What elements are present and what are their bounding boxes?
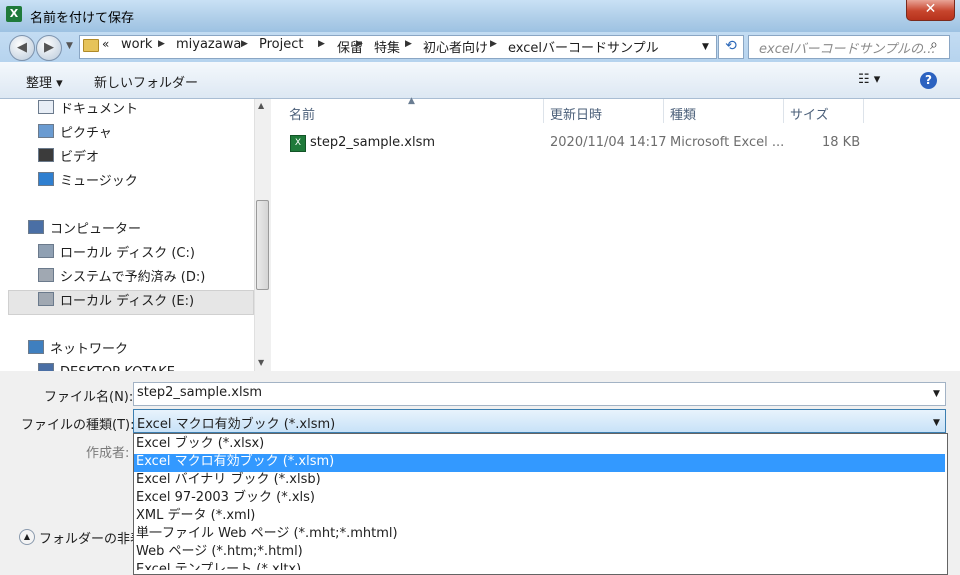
filetype-option[interactable]: 単一ファイル Web ページ (*.mht;*.mhtml) bbox=[136, 525, 398, 543]
breadcrumb-item[interactable]: Project bbox=[259, 37, 303, 52]
close-button[interactable]: ✕ bbox=[906, 0, 955, 21]
sort-ascending-icon: ▲ bbox=[408, 96, 415, 106]
back-button[interactable]: ◀ bbox=[9, 35, 35, 61]
hide-folders-button[interactable]: フォルダーの非表 bbox=[39, 528, 143, 547]
file-size-cell: 18 KB bbox=[822, 135, 861, 150]
nav-item[interactable]: ネットワーク bbox=[28, 339, 128, 361]
address-dropdown-chevron-down-icon[interactable]: ▼ bbox=[702, 42, 709, 52]
nav-item-label: ドキュメント bbox=[60, 102, 139, 117]
filetype-label: ファイルの種類(T): bbox=[21, 418, 135, 433]
author-label: 作成者: bbox=[86, 446, 130, 461]
filename-value: step2_sample.xlsm bbox=[137, 385, 263, 400]
nav-item[interactable]: DESKTOP-KOTAKE bbox=[38, 362, 175, 371]
filetype-option[interactable]: Excel 97-2003 ブック (*.xls) bbox=[136, 489, 315, 507]
breadcrumb-separator-icon[interactable]: ▶ bbox=[241, 39, 248, 49]
breadcrumb-separator-icon[interactable]: ▶ bbox=[405, 39, 412, 49]
breadcrumb-separator-icon[interactable]: ▶ bbox=[318, 39, 325, 49]
breadcrumb-separator-icon[interactable]: ▶ bbox=[356, 39, 363, 49]
column-header-name[interactable]: 名前 bbox=[289, 104, 315, 123]
column-divider[interactable] bbox=[543, 99, 544, 123]
disk-icon bbox=[38, 268, 54, 282]
nav-item-label: コンピューター bbox=[50, 222, 142, 237]
window-title: 名前を付けて保存 bbox=[30, 11, 135, 26]
new-folder-button[interactable]: 新しいフォルダー bbox=[94, 72, 198, 91]
folder-icon bbox=[83, 39, 99, 52]
disk-icon bbox=[38, 292, 54, 306]
nav-item-label: ローカル ディスク (E:) bbox=[60, 294, 195, 309]
computer-icon bbox=[38, 363, 54, 371]
breadcrumb-item[interactable]: excelバーコードサンプル bbox=[508, 37, 659, 56]
refresh-button[interactable]: ⟲ bbox=[718, 35, 744, 59]
nav-item[interactable]: ローカル ディスク (E:) bbox=[38, 291, 194, 313]
breadcrumb-item[interactable]: work bbox=[121, 37, 152, 52]
nav-item[interactable]: ピクチャ bbox=[38, 123, 112, 145]
view-options-button[interactable]: ☷ ▾ bbox=[858, 72, 880, 87]
nav-item[interactable]: ビデオ bbox=[38, 147, 99, 169]
nav-item[interactable]: システムで予約済み (D:) bbox=[38, 267, 205, 289]
music-icon bbox=[38, 172, 54, 186]
filetype-value: Excel マクロ有効ブック (*.xlsm) bbox=[137, 417, 336, 432]
breadcrumb-item[interactable]: 特集 bbox=[374, 37, 400, 56]
help-button[interactable]: ? bbox=[920, 72, 937, 89]
nav-item-label: ピクチャ bbox=[60, 126, 112, 141]
nav-item-label: システムで予約済み (D:) bbox=[60, 270, 206, 285]
filetype-option[interactable]: Excel バイナリ ブック (*.xlsb) bbox=[136, 471, 321, 489]
filetype-option[interactable]: Excel マクロ有効ブック (*.xlsm) bbox=[136, 453, 334, 471]
filename-label: ファイル名(N): bbox=[44, 390, 134, 405]
column-divider[interactable] bbox=[663, 99, 664, 123]
breadcrumb-separator-icon[interactable]: ▶ bbox=[490, 39, 497, 49]
scroll-up-icon[interactable]: ▲ bbox=[258, 101, 264, 110]
filetype-option[interactable]: XML データ (*.xml) bbox=[136, 507, 255, 525]
nav-item-label: ネットワーク bbox=[50, 342, 129, 357]
search-icon[interactable]: ⌕ bbox=[930, 37, 938, 53]
computer-icon bbox=[28, 220, 44, 234]
nav-item-label: ローカル ディスク (C:) bbox=[60, 246, 195, 261]
breadcrumb-separator-icon[interactable]: ▶ bbox=[158, 39, 165, 49]
nav-item-label: ミュージック bbox=[60, 174, 138, 189]
picture-icon bbox=[38, 124, 54, 138]
video-icon bbox=[38, 148, 54, 162]
nav-item[interactable]: ローカル ディスク (C:) bbox=[38, 243, 195, 265]
nav-scrollbar-thumb[interactable] bbox=[256, 200, 269, 290]
breadcrumb-overflow-icon[interactable]: « bbox=[102, 37, 109, 51]
nav-item[interactable]: コンピューター bbox=[28, 219, 141, 241]
breadcrumb-item[interactable]: miyazawa bbox=[176, 37, 241, 52]
scroll-down-icon[interactable]: ▼ bbox=[258, 358, 264, 367]
network-icon bbox=[28, 340, 44, 354]
nav-item[interactable]: ミュージック bbox=[38, 171, 138, 193]
forward-button[interactable]: ▶ bbox=[36, 35, 62, 61]
file-modified-cell: 2020/11/04 14:17 bbox=[550, 135, 667, 150]
column-divider[interactable] bbox=[863, 99, 864, 123]
document-icon bbox=[38, 100, 54, 114]
breadcrumb-item[interactable]: 初心者向け bbox=[423, 37, 488, 56]
excel-file-icon: X bbox=[290, 135, 306, 152]
column-header-modified[interactable]: 更新日時 bbox=[550, 104, 602, 123]
recent-pages-chevron-down-icon[interactable]: ▼ bbox=[66, 41, 73, 51]
nav-item[interactable]: ドキュメント bbox=[38, 99, 138, 121]
excel-app-icon: X bbox=[6, 6, 22, 22]
filetype-option[interactable]: Web ページ (*.htm;*.html) bbox=[136, 543, 303, 561]
column-header-size[interactable]: サイズ bbox=[790, 104, 829, 123]
file-type-cell: Microsoft Excel ... bbox=[670, 135, 785, 150]
local-disk-icon bbox=[38, 244, 54, 258]
file-name-cell[interactable]: step2_sample.xlsm bbox=[310, 135, 435, 150]
title-bar[interactable] bbox=[0, 0, 960, 32]
filetype-option[interactable]: Excel ブック (*.xlsx) bbox=[136, 435, 264, 453]
column-divider[interactable] bbox=[783, 99, 784, 123]
search-placeholder: excelバーコードサンプルの... bbox=[759, 42, 936, 57]
filename-chevron-down-icon[interactable]: ▼ bbox=[933, 389, 940, 399]
nav-item-label: DESKTOP-KOTAKE bbox=[60, 365, 175, 371]
collapse-up-icon[interactable]: ▲ bbox=[19, 529, 35, 545]
organize-button[interactable]: 整理 ▾ bbox=[26, 72, 63, 91]
column-header-type[interactable]: 種類 bbox=[670, 104, 696, 123]
nav-item-label: ビデオ bbox=[60, 150, 100, 165]
filetype-chevron-down-icon[interactable]: ▼ bbox=[933, 418, 940, 428]
